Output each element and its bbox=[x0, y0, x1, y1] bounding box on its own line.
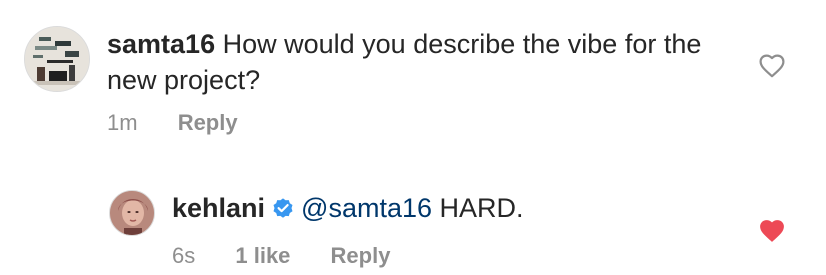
comment-time[interactable]: 6s bbox=[172, 242, 195, 270]
heart-filled-icon[interactable] bbox=[759, 219, 785, 243]
comment-time[interactable]: 1m bbox=[107, 109, 138, 137]
reply-button[interactable]: Reply bbox=[331, 242, 391, 270]
heart-icon[interactable] bbox=[759, 54, 785, 78]
verified-badge-icon bbox=[273, 198, 293, 218]
reply-text: kehlani @samta16 HARD. bbox=[172, 190, 732, 226]
avatar-photo-icon bbox=[110, 191, 154, 235]
avatar-photo-icon bbox=[25, 27, 89, 91]
mention-link[interactable]: @samta16 bbox=[301, 193, 432, 223]
comment-username[interactable]: samta16 bbox=[107, 29, 215, 59]
avatar[interactable] bbox=[109, 190, 155, 236]
comment-item: samta16 How would you describe the vibe … bbox=[0, 0, 826, 150]
comment-message: HARD. bbox=[439, 193, 524, 223]
avatar[interactable] bbox=[24, 26, 90, 92]
likes-count[interactable]: 1 like bbox=[235, 242, 290, 270]
comment-username[interactable]: kehlani bbox=[172, 193, 265, 223]
comment-meta: 6s 1 like Reply bbox=[172, 242, 390, 270]
comment-meta: 1m Reply bbox=[107, 109, 238, 137]
comment-text: samta16 How would you describe the vibe … bbox=[107, 26, 727, 98]
reply-button[interactable]: Reply bbox=[178, 109, 238, 137]
